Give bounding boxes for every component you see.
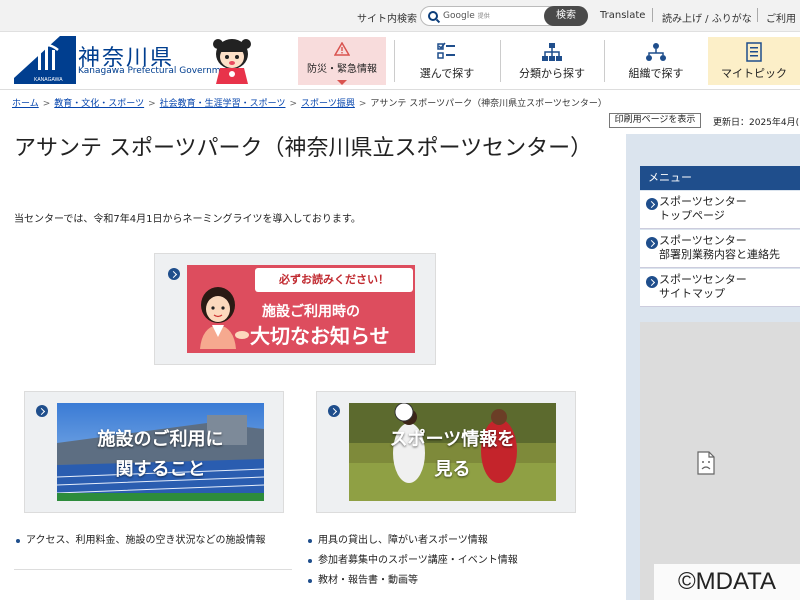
- read-aloud-link[interactable]: 読み上げ / ふりがな: [662, 10, 752, 25]
- list-item: 用具の貸出し、障がい者スポーツ情報: [306, 534, 606, 554]
- notice-tag: 必ずお読みください！: [255, 268, 413, 292]
- search-placeholder: Google 提供: [443, 11, 490, 21]
- sports-bullet-list: 用具の貸出し、障がい者スポーツ情報 参加者募集中のスポーツ講座・イベント情報 教…: [306, 534, 606, 594]
- sports-image[interactable]: スポーツ情報を 見る: [349, 403, 556, 501]
- warning-icon: [334, 42, 350, 56]
- breadcrumb-separator: >: [42, 99, 51, 109]
- notice-line-2: 大切なお知らせ: [250, 324, 390, 348]
- breadcrumb-current: アサンテ スポーツパーク（神奈川県立スポーツセンター）: [370, 99, 607, 109]
- guide-woman-icon: [200, 287, 249, 349]
- chevron-right-icon: [36, 405, 48, 417]
- nav-label: 組織で探す: [628, 67, 684, 80]
- hierarchy-icon: [542, 43, 562, 61]
- sidebar-item-sitemap[interactable]: スポーツセンター サイトマップ: [640, 269, 800, 307]
- facility-image[interactable]: 施設のご利用に 関すること: [57, 403, 264, 501]
- org-icon: [646, 43, 666, 61]
- sports-image-text-2: 見る: [434, 459, 471, 480]
- site-search-label: サイト内検索: [357, 14, 417, 25]
- facility-image-text-2: 関すること: [115, 459, 206, 480]
- sidebar-item-label: スポーツセンター トップページ: [659, 195, 747, 222]
- chevron-right-icon: [168, 268, 180, 280]
- nav-label: 防災・緊急情報: [307, 64, 377, 75]
- nav-emergency[interactable]: 防災・緊急情報: [298, 37, 386, 85]
- facility-image-text-1: 施設のご利用に: [97, 429, 224, 450]
- breadcrumb-social-education[interactable]: 社会教育・生涯学習・スポーツ: [160, 99, 286, 109]
- document-icon: [746, 42, 762, 62]
- utility-bar: サイト内検索 Google 提供 検索 Translate 読み上げ / ふりがな…: [0, 0, 800, 32]
- divider: [394, 40, 395, 82]
- divider: [604, 40, 605, 82]
- sidebar-item-departments[interactable]: スポーツセンター 部署別業務内容と連絡先: [640, 230, 800, 268]
- facility-bullet-list: アクセス、利用料金、施設の空き状況などの施設情報: [14, 534, 304, 554]
- breadcrumb-sports[interactable]: スポーツ振興: [301, 99, 355, 109]
- breadcrumb-separator: >: [148, 99, 156, 109]
- sports-image-text-1: スポーツ情報を: [389, 429, 516, 450]
- svg-text:KANAGAWA: KANAGAWA: [34, 77, 63, 83]
- mascot-icon: [213, 39, 251, 84]
- nav-label: 選んで探す: [419, 67, 475, 80]
- breadcrumb-education[interactable]: 教育・文化・スポーツ: [54, 99, 144, 109]
- nav-category[interactable]: 分類から探す: [508, 37, 596, 85]
- stadium-photo: [57, 403, 264, 501]
- list-item: アクセス、利用料金、施設の空き状況などの施設情報: [14, 534, 304, 554]
- breadcrumb-home[interactable]: ホーム: [12, 99, 39, 109]
- breadcrumb-separator: >: [358, 99, 367, 109]
- notice-line-1: 施設ご利用時の: [262, 304, 360, 320]
- divider: [652, 8, 653, 22]
- breadcrumb: ホーム > 教育・文化・スポーツ > 社会教育・生涯学習・スポーツ > スポーツ振興 > アサン…: [12, 96, 607, 109]
- nav-label: マイトピック: [721, 67, 787, 80]
- kanagawa-logo-icon[interactable]: KANAGAWA: [14, 36, 76, 84]
- search-icon: [428, 11, 438, 21]
- soccer-photo: [349, 403, 556, 501]
- sidebar-menu-title: メニュー: [640, 166, 800, 190]
- translate-link[interactable]: Translate: [600, 10, 645, 21]
- breadcrumb-separator: >: [289, 99, 298, 109]
- chevron-right-icon: [328, 405, 340, 417]
- nav-label: 分類から探す: [519, 67, 585, 80]
- nav-mytopic[interactable]: マイトピック: [708, 37, 800, 85]
- sidebar-item-label: スポーツセンター サイトマップ: [659, 273, 747, 300]
- contact-link[interactable]: ご利用: [766, 10, 796, 25]
- chevron-right-icon: [646, 198, 658, 210]
- divider: [14, 569, 292, 570]
- intro-text: 当センターでは、令和7年4月1日からネーミングライツを導入しております。: [14, 214, 361, 225]
- sidebar-item-top-page[interactable]: スポーツセンター トップページ: [640, 191, 800, 229]
- sidebar-item-label: スポーツセンター 部署別業務内容と連絡先: [659, 234, 780, 261]
- chevron-right-icon: [646, 237, 658, 249]
- search-button[interactable]: 検索: [544, 6, 588, 26]
- nav-organization[interactable]: 組織で探す: [612, 37, 700, 85]
- broken-image-icon: [697, 451, 715, 475]
- list-item: 参加者募集中のスポーツ講座・イベント情報: [306, 554, 606, 574]
- caret-down-icon: [337, 80, 347, 85]
- nav-choose[interactable]: 選んで探す: [404, 37, 490, 85]
- chevron-right-icon: [646, 276, 658, 288]
- page-title: アサンテ スポーツパーク（神奈川県立スポーツセンター）: [14, 136, 593, 161]
- print-page-button[interactable]: 印刷用ページを表示: [609, 113, 701, 128]
- divider: [757, 8, 758, 22]
- checklist-icon: [437, 42, 455, 59]
- watermark: ©MDATA: [654, 564, 800, 600]
- divider: [500, 40, 501, 82]
- sidebar-banner-image[interactable]: [640, 322, 800, 600]
- list-item: 教材・報告書・動画等: [306, 574, 606, 594]
- updated-date: 更新日：2025年4月(: [713, 118, 800, 128]
